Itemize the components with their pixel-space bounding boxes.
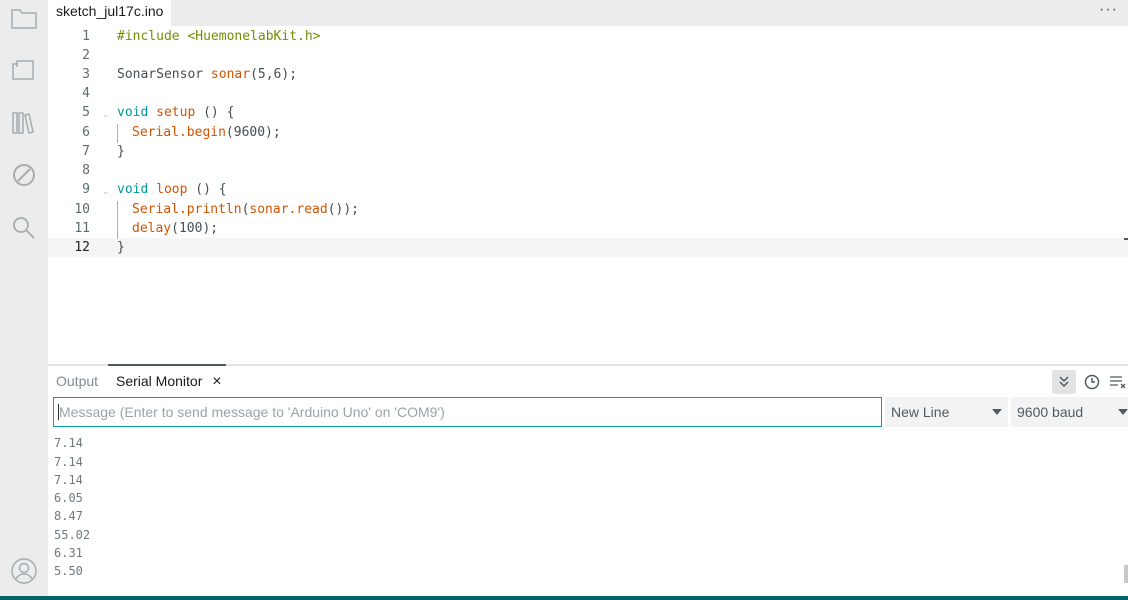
text-caret	[58, 404, 59, 420]
tab-file-label: sketch_jul17c.ino	[56, 3, 164, 19]
code-line-9: void loop () {	[117, 182, 227, 197]
library-icon[interactable]	[8, 107, 40, 139]
line-ending-select[interactable]: New Line	[885, 397, 1008, 427]
line-number: 3	[82, 67, 90, 82]
serial-output-line: 7.14	[54, 436, 83, 450]
status-bar	[0, 596, 1128, 600]
board-icon[interactable]	[8, 54, 40, 86]
indent-guide	[117, 201, 118, 239]
line-number-current: 12	[74, 240, 90, 255]
current-line-highlight	[48, 238, 1128, 257]
autoscroll-toggle-icon[interactable]	[1052, 370, 1076, 394]
line-number: 1	[82, 29, 90, 44]
close-icon[interactable]: ×	[212, 373, 221, 390]
fold-chevron-icon[interactable]: ⌄	[102, 109, 110, 120]
tab-serial-monitor-label: Serial Monitor	[116, 373, 203, 389]
scroll-position-marker	[1124, 238, 1128, 240]
serial-output-line: 7.14	[54, 455, 83, 469]
dropdown-arrow-icon	[992, 409, 1002, 415]
timestamp-toggle-icon[interactable]	[1080, 370, 1104, 394]
code-line-7: }	[117, 144, 125, 159]
folder-icon[interactable]	[8, 2, 40, 34]
line-number: 5	[82, 105, 90, 120]
fold-chevron-icon[interactable]: ⌄	[102, 186, 110, 197]
line-number: 10	[74, 202, 90, 217]
search-icon[interactable]	[8, 212, 40, 244]
more-actions-button[interactable]: ···	[1099, 0, 1118, 20]
debug-icon[interactable]	[8, 159, 40, 191]
line-number: 6	[82, 125, 90, 140]
profile-icon[interactable]	[8, 555, 40, 587]
line-number: 8	[82, 163, 90, 178]
serial-output-line: 55.02	[54, 528, 91, 542]
serial-output-line: 5.50	[54, 564, 83, 578]
tab-output[interactable]: Output	[56, 366, 98, 397]
editor-tab-bar	[48, 0, 1128, 26]
line-ending-value: New Line	[891, 404, 950, 420]
activity-bar	[0, 0, 48, 596]
baud-rate-value: 9600 baud	[1017, 404, 1084, 420]
code-line-12: }	[117, 240, 125, 255]
baud-rate-select[interactable]: 9600 baud	[1011, 397, 1128, 427]
serial-message-input[interactable]: Message (Enter to send message to 'Ardui…	[53, 397, 882, 427]
clear-output-icon[interactable]	[1106, 370, 1128, 394]
output-scrollbar[interactable]	[1124, 565, 1128, 583]
serial-output-line: 6.05	[54, 491, 83, 505]
indent-guide	[117, 124, 118, 143]
code-line-5: void setup () {	[117, 105, 235, 120]
code-line-10: Serial.println(sonar.read());	[132, 202, 359, 217]
dropdown-arrow-icon	[1118, 409, 1128, 415]
code-line-3: SonarSensor sonar(5,6);	[117, 67, 298, 82]
line-number: 7	[82, 144, 90, 159]
tab-serial-monitor[interactable]: Serial Monitor ×	[116, 366, 222, 397]
code-line-1: #include <HuemonelabKit.h>	[117, 29, 321, 44]
line-number: 9	[82, 182, 90, 197]
code-line-6: Serial.begin(9600);	[132, 125, 281, 140]
code-line-11: delay(100);	[132, 221, 219, 236]
line-number: 4	[82, 86, 90, 101]
line-number: 2	[82, 48, 90, 63]
serial-output-line: 8.47	[54, 509, 83, 523]
serial-output-line: 7.14	[54, 473, 83, 487]
line-number: 11	[74, 221, 90, 236]
serial-output-line: 6.31	[54, 546, 83, 560]
tab-sketch-file[interactable]: sketch_jul17c.ino	[48, 0, 172, 26]
